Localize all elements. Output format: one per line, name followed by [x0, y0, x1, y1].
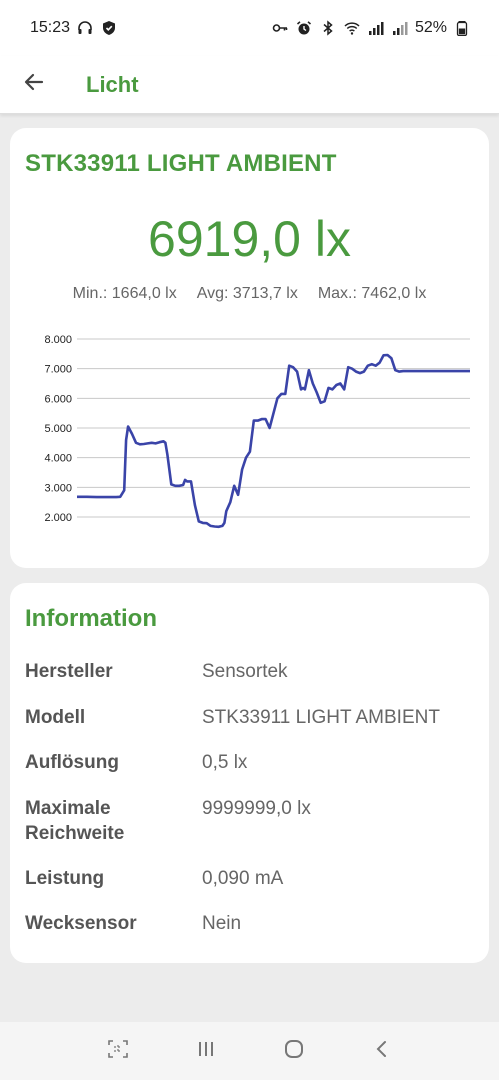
info-value: Nein [202, 913, 242, 934]
recent-apps-icon [194, 1037, 218, 1066]
page-title: Licht [86, 71, 139, 97]
stats-row: Min.: 1664,0 lx Avg: 3713,7 lx Max.: 746… [10, 285, 489, 303]
battery-icon [453, 19, 471, 37]
info-row-aufloesung: Auflösung 0,5 lx [25, 750, 480, 775]
headphones-icon [76, 19, 94, 37]
sensor-card: STK33911 LIGHT AMBIENT 6919,0 lx Min.: 1… [10, 128, 489, 568]
info-value: 0,5 lx [202, 752, 248, 773]
info-value: 0,090 mA [202, 868, 284, 889]
light-chart: 2.000 3.000 4.000 5.000 6.000 7.000 8.000 [20, 326, 480, 536]
back-nav-button[interactable] [367, 1036, 397, 1066]
shield-icon [100, 19, 118, 37]
y-tick-label: 4.000 [44, 453, 72, 465]
info-value: Sensortek [202, 661, 288, 682]
info-label: Hersteller [25, 661, 113, 682]
status-bar-right: 52% [271, 19, 471, 37]
info-label: Auflösung [25, 752, 119, 773]
signal-icon [391, 19, 409, 37]
home-button[interactable] [279, 1036, 309, 1066]
info-row-leistung: Leistung 0,090 mA [25, 866, 480, 891]
stat-min: Min.: 1664,0 lx [72, 285, 177, 302]
arrow-left-icon [22, 70, 46, 99]
info-row-wecksensor: Wecksensor Nein [25, 911, 480, 936]
navigation-bar [0, 1022, 499, 1080]
y-tick-label: 6.000 [44, 393, 72, 405]
home-icon [282, 1037, 306, 1066]
y-tick-label: 5.000 [44, 423, 72, 435]
recent-apps-button[interactable] [191, 1036, 221, 1066]
info-heading: Information [25, 605, 157, 632]
key-icon [271, 19, 289, 37]
info-row-hersteller: Hersteller Sensortek [25, 659, 480, 684]
status-bar-left: 15:23 [30, 19, 118, 37]
info-label: Leistung [25, 868, 105, 889]
status-time: 15:23 [30, 19, 71, 36]
wifi-icon [343, 19, 361, 37]
y-tick-label: 3.000 [44, 482, 72, 494]
app-bar: Licht [0, 56, 499, 114]
bluetooth-icon [319, 19, 337, 37]
status-bar: 15:23 52% [0, 0, 499, 56]
info-label: Modell [25, 707, 86, 728]
series-line [77, 353, 470, 529]
info-value: 9999999,0 lx [202, 798, 311, 819]
current-value: 6919,0 lx [148, 211, 351, 267]
alarm-icon [295, 19, 313, 37]
info-row-reichweite: Maximale Reichweite 9999999,0 lx [25, 796, 480, 846]
sensor-name: STK33911 LIGHT AMBIENT [25, 150, 337, 177]
info-label: Maximale Reichweite [25, 798, 125, 844]
battery-percent: 52% [414, 19, 447, 36]
screenshot-icon [106, 1037, 130, 1066]
signal-icon [367, 19, 385, 37]
y-tick-label: 2.000 [44, 512, 72, 524]
info-value: STK33911 LIGHT AMBIENT [202, 707, 440, 728]
info-row-modell: Modell STK33911 LIGHT AMBIENT [25, 705, 480, 730]
back-button[interactable] [12, 63, 56, 107]
stat-avg: Avg: 3713,7 lx [196, 285, 298, 302]
info-label: Wecksensor [25, 913, 137, 934]
y-tick-label: 8.000 [44, 334, 72, 346]
back-icon [370, 1037, 394, 1066]
screenshot-button[interactable] [103, 1036, 133, 1066]
chart-svg: 2.000 3.000 4.000 5.000 6.000 7.000 8.000 [44, 334, 470, 529]
stat-max: Max.: 7462,0 lx [317, 285, 427, 302]
y-tick-label: 7.000 [44, 364, 72, 376]
info-card: Information Hersteller Sensortek Modell … [10, 583, 489, 963]
